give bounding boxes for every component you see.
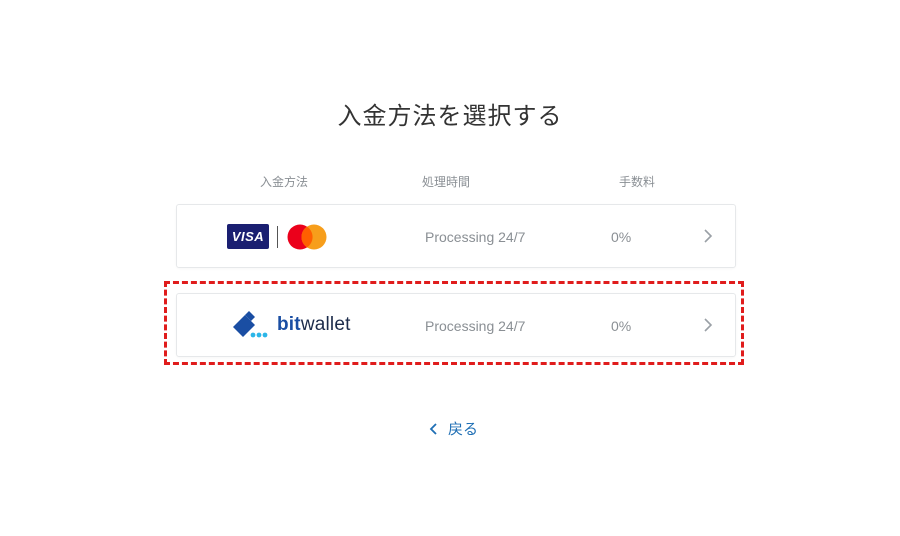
bitwallet-logo: bitwallet	[231, 310, 371, 342]
bitwallet-brand-bit: bit	[277, 314, 301, 335]
mastercard-logo	[287, 224, 327, 250]
fee-value: 0%	[611, 318, 632, 334]
chevron-right-icon	[704, 318, 713, 332]
fee-value: 0%	[611, 229, 632, 245]
page-title: 入金方法を選択する	[337, 102, 563, 130]
processing-time: Processing 24/7	[425, 318, 526, 334]
bitwallet-brand-wallet: wallet	[300, 314, 351, 335]
processing-time: Processing 24/7	[425, 229, 526, 245]
payment-method-card-row[interactable]: VISA Processing 24/7 0%	[176, 204, 736, 268]
logo-divider	[277, 226, 278, 248]
bitwallet-mark-icon	[233, 311, 268, 338]
visa-logo: VISA	[227, 224, 269, 249]
card-logos: VISA	[227, 223, 337, 251]
column-header-fee: 手数料	[619, 175, 656, 189]
chevron-right-icon	[704, 229, 713, 243]
chevron-left-icon	[429, 422, 437, 435]
payment-method-bitwallet-row[interactable]: bitwallet Processing 24/7 0%	[176, 293, 736, 357]
back-label: 戻る	[448, 420, 479, 438]
back-link[interactable]: 戻る	[428, 418, 478, 439]
column-header-processing-time: 処理時間	[422, 175, 471, 189]
column-header-method: 入金方法	[260, 175, 309, 189]
